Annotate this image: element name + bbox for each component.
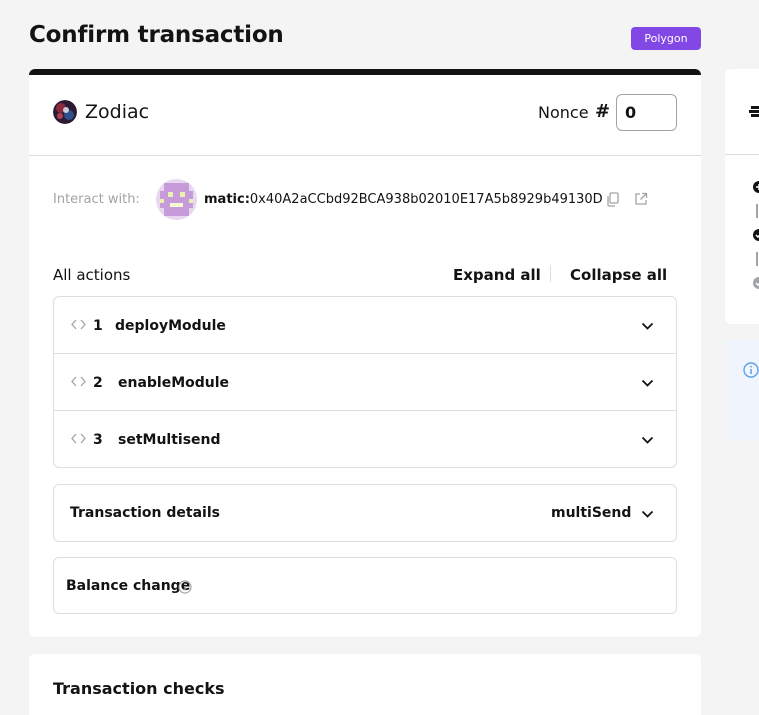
action-row-setmultisend[interactable]: 3 setMultisend (54, 411, 676, 467)
nonce-input[interactable] (616, 94, 677, 131)
chevron-down-icon (641, 322, 654, 330)
page-title: Confirm transaction (29, 22, 284, 48)
action-name: deployModule (115, 318, 226, 334)
copy-icon[interactable] (606, 192, 620, 208)
contract-address: matic:0x40A2aCCbd92BCA938b02010E17A5b892… (204, 191, 603, 209)
chevron-down-icon (641, 436, 654, 444)
plus-circle-icon (753, 181, 759, 193)
nonce-label: Nonce (538, 103, 589, 122)
action-number: 3 (93, 432, 103, 448)
network-badge: Polygon (631, 27, 701, 50)
actions-divider (550, 265, 551, 282)
balance-change-box: Balance change (53, 557, 677, 614)
external-link-icon[interactable] (634, 192, 648, 206)
card-header: Zodiac Nonce # (29, 75, 701, 156)
action-name: enableModule (118, 375, 230, 391)
interact-with-label: Interact with: (53, 192, 140, 207)
side-status-card (725, 69, 759, 324)
info-icon[interactable] (178, 580, 192, 594)
side-info-card (725, 340, 759, 440)
code-icon (71, 376, 86, 387)
action-row-enablemodule[interactable]: 2 enableModule (54, 354, 676, 411)
check-circle-pending-icon (753, 277, 759, 289)
action-row-deploymodule[interactable]: 1 deployModule (54, 297, 676, 354)
chain-prefix: matic: (204, 192, 250, 207)
transaction-card: Zodiac Nonce # Interact with: matic:0x40… (29, 75, 701, 637)
code-icon (71, 319, 86, 330)
action-name: setMultisend (118, 432, 221, 448)
collapse-all-button[interactable]: Collapse all (570, 265, 667, 285)
tx-icon (749, 106, 759, 117)
address-text: 0x40A2aCCbd92BCA938b02010E17A5b8929b4913… (249, 192, 603, 207)
actions-list: 1 deployModule 2 enableModule 3 setMulti… (53, 296, 677, 468)
transaction-checks-card: Transaction checks (29, 654, 701, 715)
code-icon (71, 433, 86, 444)
info-icon (743, 362, 759, 378)
chevron-down-icon (641, 510, 654, 518)
transaction-checks-title: Transaction checks (53, 679, 225, 698)
expand-all-button[interactable]: Expand all (453, 265, 541, 285)
balance-change-title: Balance change (66, 578, 191, 594)
nonce-hash-symbol: # (595, 101, 611, 122)
action-number: 1 (93, 318, 103, 334)
step-line (756, 204, 758, 218)
transaction-details-accordion[interactable]: Transaction details multiSend (53, 484, 677, 542)
all-actions-title: All actions (53, 266, 131, 284)
action-number: 2 (93, 375, 103, 391)
transaction-method: multiSend (551, 505, 632, 521)
step-line (756, 252, 758, 266)
check-circle-icon (753, 229, 759, 241)
chevron-down-icon (641, 379, 654, 387)
side-divider (725, 154, 759, 155)
contract-avatar (156, 179, 197, 220)
transaction-details-title: Transaction details (70, 505, 220, 521)
safe-name: Zodiac (85, 101, 150, 123)
safe-avatar (53, 100, 77, 124)
